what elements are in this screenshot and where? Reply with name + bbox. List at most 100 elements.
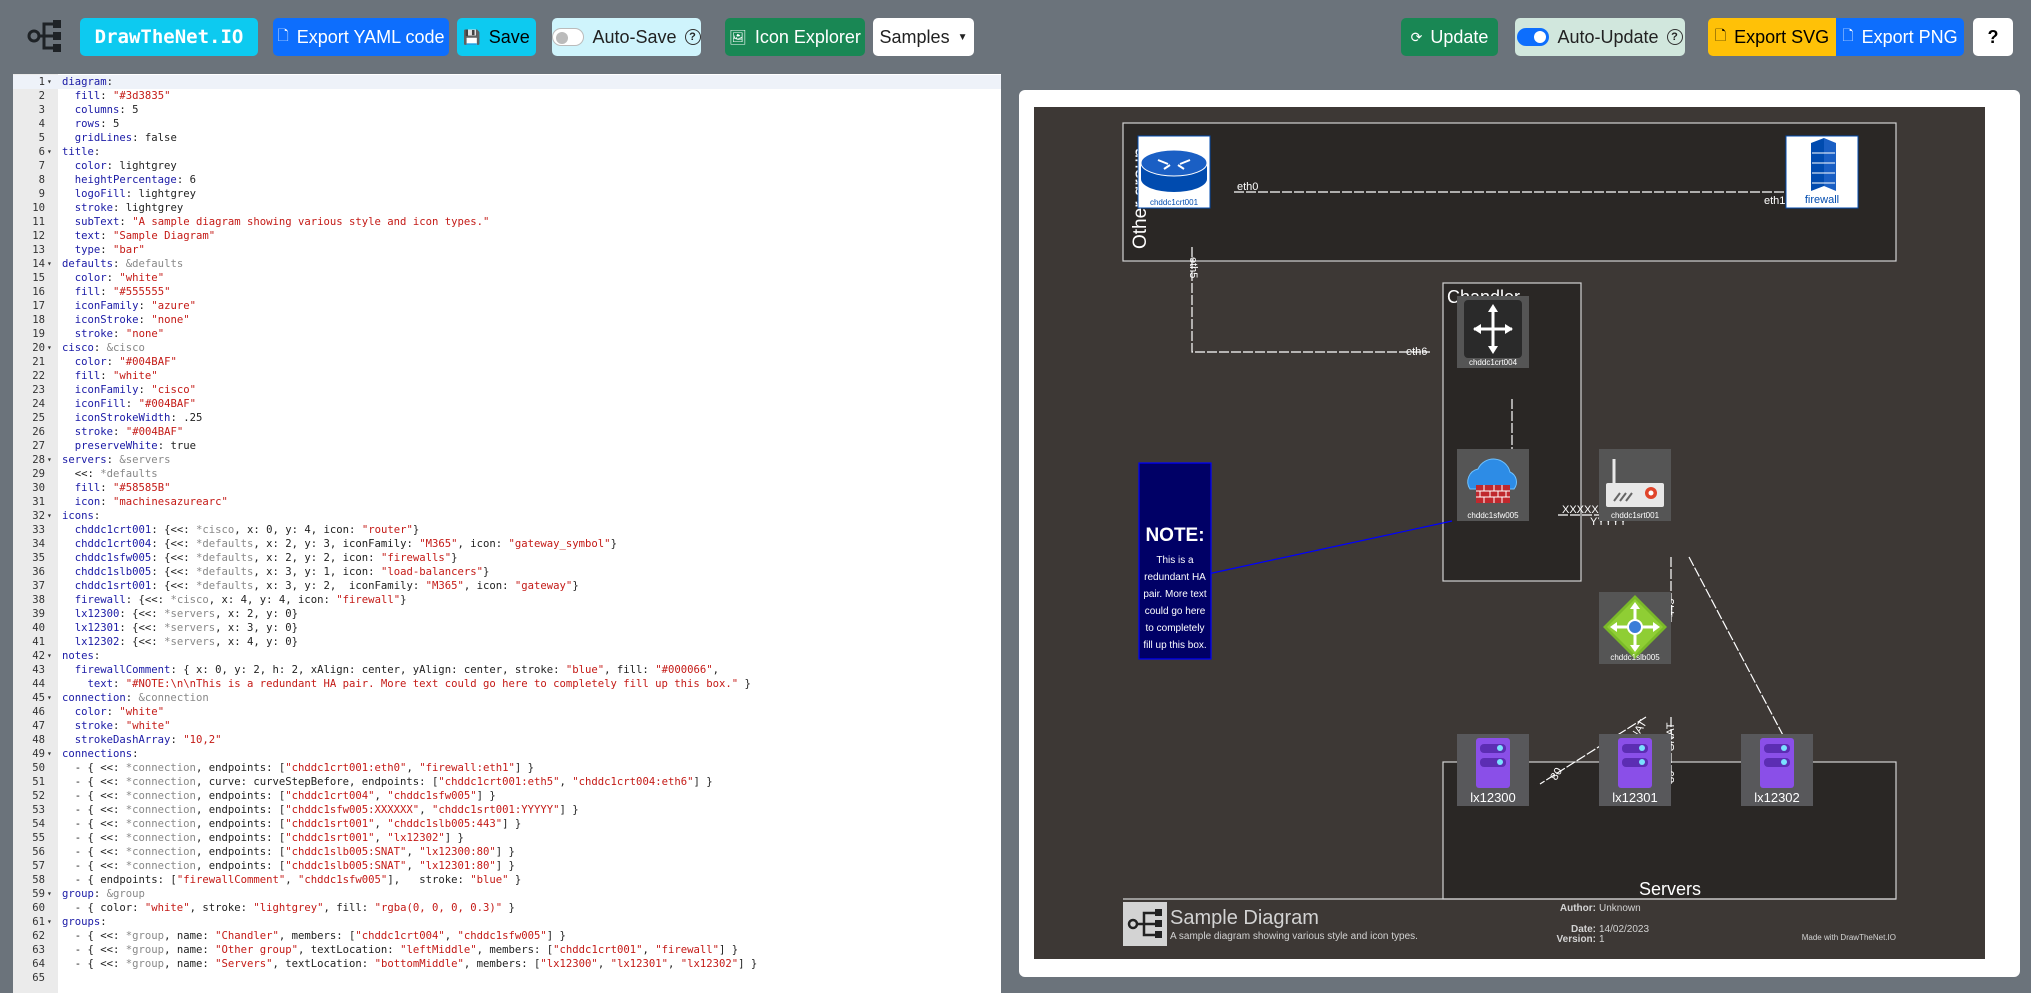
- code-lines[interactable]: 1 ▾ diagram: 2 fill: "#3d3835" 3 columns: 54…: [13, 75, 1001, 985]
- icon-explorer-button[interactable]: 🖼 Icon Explorer: [725, 18, 865, 56]
- code-line[interactable]: 54 - { <<: *connection, endpoints: ["chd…: [13, 817, 1001, 831]
- code-line[interactable]: 5 gridLines: false: [13, 131, 1001, 145]
- code-line[interactable]: 40 lx12301: {<<: *servers, x: 3, y: 0}: [13, 621, 1001, 635]
- node-lx12301[interactable]: lx12301: [1599, 734, 1671, 806]
- fold-arrow-icon[interactable]: ▾: [47, 915, 57, 929]
- code-line[interactable]: 28 ▾ servers: &servers: [13, 453, 1001, 467]
- brand-button[interactable]: DrawTheNet.IO: [80, 18, 258, 56]
- help-circle-icon[interactable]: ?: [1666, 29, 1683, 45]
- code-line[interactable]: 14 ▾ defaults: &defaults: [13, 257, 1001, 271]
- fold-arrow-icon[interactable]: ▾: [47, 257, 57, 271]
- code-line[interactable]: 13 type: "bar": [13, 243, 1001, 257]
- code-line[interactable]: 37 chddc1srt001: {<<: *defaults, x: 3, y…: [13, 579, 1001, 593]
- node-firewall[interactable]: firewall: [1785, 135, 1859, 209]
- code-line[interactable]: 46 color: "white": [13, 705, 1001, 719]
- fold-arrow-icon[interactable]: ▾: [47, 691, 57, 705]
- code-line[interactable]: 44 text: "#NOTE:\n\nThis is a redundant …: [13, 677, 1001, 691]
- fold-arrow-icon[interactable]: ▾: [47, 341, 57, 355]
- code-line[interactable]: 52 - { <<: *connection, endpoints: ["chd…: [13, 789, 1001, 803]
- code-line[interactable]: 57 - { <<: *connection, endpoints: ["chd…: [13, 859, 1001, 873]
- code-line[interactable]: 61 ▾ groups:: [13, 915, 1001, 929]
- code-line[interactable]: 43 firewallComment: { x: 0, y: 2, h: 2, …: [13, 663, 1001, 677]
- code-line[interactable]: 33 chddc1crt001: {<<: *cisco, x: 0, y: 4…: [13, 523, 1001, 537]
- fold-arrow-icon[interactable]: ▾: [47, 509, 57, 523]
- node-chddc1sfw005[interactable]: chddc1sfw005: [1457, 449, 1529, 521]
- note-firewall-comment[interactable]: NOTE: This is a redundant HA pair. More …: [1138, 462, 1212, 660]
- code-line[interactable]: 51 - { <<: *connection, curve: curveStep…: [13, 775, 1001, 789]
- node-chddc1crt001[interactable]: chddc1crt001: [1137, 135, 1211, 209]
- code-line[interactable]: 47 stroke: "white": [13, 719, 1001, 733]
- code-line[interactable]: 8 heightPercentage: 6: [13, 173, 1001, 187]
- code-line[interactable]: 62 - { <<: *group, name: "Chandler", mem…: [13, 929, 1001, 943]
- code-line[interactable]: 12 text: "Sample Diagram": [13, 229, 1001, 243]
- node-chddc1slb005[interactable]: chddc1slb005: [1599, 592, 1671, 664]
- code-line[interactable]: 4 rows: 5: [13, 117, 1001, 131]
- yaml-code-editor[interactable]: 1 ▾ diagram: 2 fill: "#3d3835" 3 columns: 54…: [13, 74, 1001, 993]
- code-line[interactable]: 11 subText: "A sample diagram showing va…: [13, 215, 1001, 229]
- toggle-switch[interactable]: [552, 28, 585, 46]
- code-line[interactable]: 50 - { <<: *connection, endpoints: ["chd…: [13, 761, 1001, 775]
- code-line[interactable]: 25 iconStrokeWidth: .25: [13, 411, 1001, 425]
- toggle-switch[interactable]: [1517, 28, 1550, 46]
- code-line[interactable]: 35 chddc1sfw005: {<<: *defaults, x: 2, y…: [13, 551, 1001, 565]
- code-line[interactable]: 19 stroke: "none": [13, 327, 1001, 341]
- code-line[interactable]: 15 color: "white": [13, 271, 1001, 285]
- fold-arrow-icon[interactable]: ▾: [47, 747, 57, 761]
- code-line[interactable]: 53 - { <<: *connection, endpoints: ["chd…: [13, 803, 1001, 817]
- code-line[interactable]: 59 ▾ group: &group: [13, 887, 1001, 901]
- export-yaml-button[interactable]: 🗋 Export YAML code: [273, 18, 449, 56]
- code-line[interactable]: 21 color: "#004BAF": [13, 355, 1001, 369]
- code-line[interactable]: 22 fill: "white": [13, 369, 1001, 383]
- help-circle-icon[interactable]: ?: [684, 29, 701, 45]
- code-line[interactable]: 26 stroke: "#004BAF": [13, 425, 1001, 439]
- code-line[interactable]: 27 preserveWhite: true: [13, 439, 1001, 453]
- code-line[interactable]: 42 ▾ notes:: [13, 649, 1001, 663]
- auto-update-toggle[interactable]: Auto-Update ?: [1515, 18, 1685, 56]
- auto-save-toggle[interactable]: Auto-Save ?: [552, 18, 701, 56]
- code-line[interactable]: 23 iconFamily: "cisco": [13, 383, 1001, 397]
- code-line[interactable]: 49 ▾ connections:: [13, 747, 1001, 761]
- node-lx12302[interactable]: lx12302: [1741, 734, 1813, 806]
- code-line[interactable]: 63 - { <<: *group, name: "Other group", …: [13, 943, 1001, 957]
- update-button[interactable]: ⟳ Update: [1401, 18, 1498, 56]
- code-line[interactable]: 45 ▾ connection: &connection: [13, 691, 1001, 705]
- node-lx12300[interactable]: lx12300: [1457, 734, 1529, 806]
- code-line[interactable]: 16 fill: "#555555": [13, 285, 1001, 299]
- code-line[interactable]: 34 chddc1crt004: {<<: *defaults, x: 2, y…: [13, 537, 1001, 551]
- samples-dropdown[interactable]: Samples ▼: [873, 18, 974, 56]
- save-button[interactable]: 💾 Save: [457, 18, 536, 56]
- fold-arrow-icon[interactable]: ▾: [47, 453, 57, 467]
- code-line[interactable]: 17 iconFamily: "azure": [13, 299, 1001, 313]
- code-line[interactable]: 7 color: lightgrey: [13, 159, 1001, 173]
- code-line[interactable]: 20 ▾ cisco: &cisco: [13, 341, 1001, 355]
- export-png-button[interactable]: 🗋 Export PNG: [1836, 18, 1964, 56]
- code-line[interactable]: 2 fill: "#3d3835": [13, 89, 1001, 103]
- code-line[interactable]: 18 iconStroke: "none": [13, 313, 1001, 327]
- code-line[interactable]: 6 ▾ title:: [13, 145, 1001, 159]
- code-line[interactable]: 31 icon: "machinesazurearc": [13, 495, 1001, 509]
- code-line[interactable]: 30 fill: "#58585B": [13, 481, 1001, 495]
- fold-arrow-icon[interactable]: ▾: [47, 145, 57, 159]
- code-line[interactable]: 29 <<: *defaults: [13, 467, 1001, 481]
- code-line[interactable]: 24 iconFill: "#004BAF": [13, 397, 1001, 411]
- code-line[interactable]: 3 columns: 5: [13, 103, 1001, 117]
- node-chddc1srt001[interactable]: chddc1srt001: [1599, 449, 1671, 521]
- code-line[interactable]: 48 strokeDashArray: "10,2": [13, 733, 1001, 747]
- node-chddc1crt004[interactable]: chddc1crt004: [1457, 296, 1529, 368]
- code-line[interactable]: 36 chddc1slb005: {<<: *defaults, x: 3, y…: [13, 565, 1001, 579]
- fold-arrow-icon[interactable]: ▾: [47, 887, 57, 901]
- code-line[interactable]: 9 logoFill: lightgrey: [13, 187, 1001, 201]
- fold-arrow-icon[interactable]: ▾: [47, 649, 57, 663]
- fold-arrow-icon[interactable]: ▾: [47, 75, 57, 89]
- help-button[interactable]: ?: [1973, 18, 2013, 56]
- code-line[interactable]: 41 lx12302: {<<: *servers, x: 4, y: 0}: [13, 635, 1001, 649]
- code-line[interactable]: 56 - { <<: *connection, endpoints: ["chd…: [13, 845, 1001, 859]
- code-line[interactable]: 58 - { endpoints: ["firewallComment", "c…: [13, 873, 1001, 887]
- code-line[interactable]: 38 firewall: {<<: *cisco, x: 4, y: 4, ic…: [13, 593, 1001, 607]
- code-line[interactable]: 1 ▾ diagram:: [13, 75, 1001, 89]
- export-svg-button[interactable]: 🗋 Export SVG: [1708, 18, 1836, 56]
- code-line[interactable]: 65: [13, 971, 1001, 985]
- code-line[interactable]: 60 - { color: "white", stroke: "lightgre…: [13, 901, 1001, 915]
- code-line[interactable]: 32 ▾ icons:: [13, 509, 1001, 523]
- code-line[interactable]: 55 - { <<: *connection, endpoints: ["chd…: [13, 831, 1001, 845]
